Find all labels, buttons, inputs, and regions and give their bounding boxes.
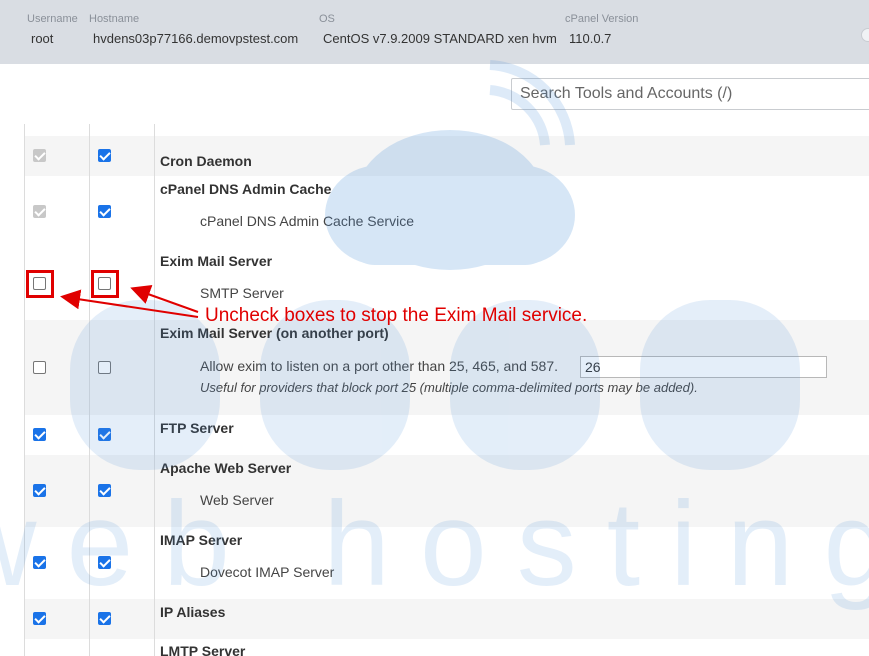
service-name: LMTP Server [160,643,246,656]
service-name: IP Aliases [160,604,226,620]
monitor-checkbox-ip-aliases[interactable] [33,612,46,625]
hostname-value: hvdens03p77166.demovpstest.com [93,31,299,46]
column-divider [89,124,90,656]
table-row-ip-aliases: IP Aliases [25,599,869,639]
enable-checkbox-ftp[interactable] [98,428,111,441]
os-value: CentOS v7.9.2009 STANDARD xen hvm [323,31,557,46]
column-divider [24,124,25,656]
hostname-label: Hostname [89,13,140,25]
monitor-checkbox-cpanel-dns [33,205,46,218]
service-description: Dovecot IMAP Server [200,564,335,580]
cpanel-version-value: 110.0.7 [569,31,612,46]
enable-checkbox-exim-other-port[interactable] [98,361,111,374]
monitor-checkbox-cron-daemon [33,149,46,162]
cpanel-version-block: cPanel Version 110.0.7 [565,12,638,47]
table-row-imap-server: IMAP Server Dovecot IMAP Server [25,527,869,599]
annotation-text: Uncheck boxes to stop the Exim Mail serv… [205,305,588,326]
service-note: Useful for providers that block port 25 … [200,380,698,395]
enable-checkbox-cpanel-dns[interactable] [98,205,111,218]
monitor-checkbox-ftp[interactable] [33,428,46,441]
monitor-checkbox-apache[interactable] [33,484,46,497]
service-name: IMAP Server [160,532,243,548]
service-description: Web Server [200,492,274,508]
service-name: Exim Mail Server [160,253,273,269]
enable-checkbox-imap[interactable] [98,556,111,569]
column-divider [154,124,155,656]
table-row-apache-web-server: Apache Web Server Web Server [25,455,869,527]
os-label: OS [319,13,335,25]
enable-checkbox-apache[interactable] [98,484,111,497]
highlight-box-enable-exim [91,270,119,298]
table-row-lmtp-server: LMTP Server [25,639,869,656]
username-value: root [31,31,54,46]
server-info-bar: Username root Hostname hvdens03p77166.de… [0,0,869,64]
service-name: Exim Mail Server (on another port) [160,325,389,341]
username-label: Username [27,13,78,25]
username-block: Username root [27,12,78,47]
service-name: cPanel DNS Admin Cache [160,181,332,197]
table-row-cpanel-dns-admin-cache: cPanel DNS Admin Cache cPanel DNS Admin … [25,176,869,248]
enable-checkbox-cron-daemon[interactable] [98,149,111,162]
os-block: OS CentOS v7.9.2009 STANDARD xen hvm [319,12,557,47]
expand-knob-icon[interactable] [861,28,869,42]
service-name: Apache Web Server [160,460,292,476]
table-row-exim-other-port: Exim Mail Server (on another port) Allow… [25,320,869,415]
search-bar [0,64,869,124]
service-description: Allow exim to listen on a port other tha… [200,358,559,374]
search-tools-input[interactable] [511,78,869,110]
enable-checkbox-ip-aliases[interactable] [98,612,111,625]
hostname-block: Hostname hvdens03p77166.demovpstest.com [89,12,298,47]
service-name: Cron Daemon [160,153,252,169]
monitor-checkbox-imap[interactable] [33,556,46,569]
table-row-ftp-server: FTP Server [25,415,869,455]
cpanel-version-label: cPanel Version [565,13,639,25]
service-description: SMTP Server [200,285,284,301]
service-description: cPanel DNS Admin Cache Service [200,213,414,229]
highlight-box-monitor-exim [26,270,54,298]
monitor-checkbox-exim-other-port[interactable] [33,361,46,374]
table-row-cron-daemon: Cron Daemon [25,136,869,176]
service-manager-table: Cron Daemon cPanel DNS Admin Cache cPane… [0,124,869,656]
exim-port-input[interactable] [580,356,827,378]
service-name: FTP Server [160,420,234,436]
